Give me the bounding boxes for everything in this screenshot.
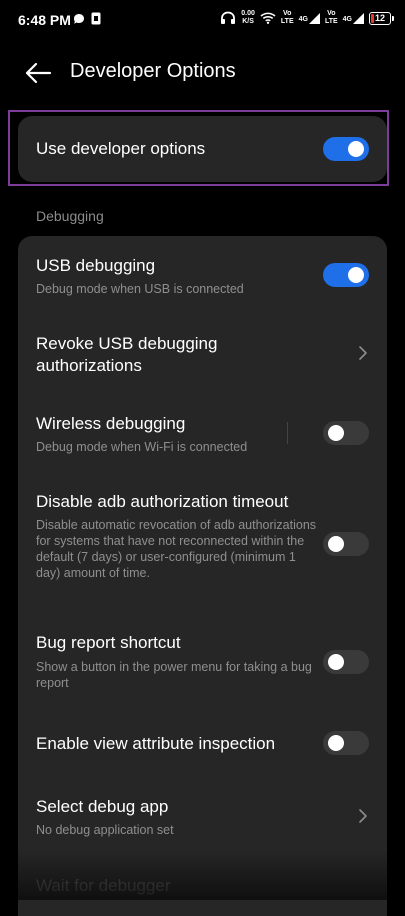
sim2-signal: 4G xyxy=(342,12,364,24)
setting-revoke-usb-authorizations[interactable]: Revoke USB debugging authorizations xyxy=(18,314,387,392)
setting-subtitle: Debug mode when USB is connected xyxy=(36,282,244,296)
setting-title: Revoke USB debugging authorizations xyxy=(36,334,218,375)
sim2-volte-bottom: LTE xyxy=(324,18,338,25)
setting-wireless-debugging[interactable]: Wireless debugging Debug mode when Wi-Fi… xyxy=(18,392,387,472)
app-header: Developer Options xyxy=(0,52,405,96)
sim1-volte-top: Vo xyxy=(283,10,292,17)
sim1-volte: Vo LTE xyxy=(281,10,294,26)
setting-subtitle: Debug mode when Wi-Fi is connected xyxy=(36,440,248,454)
setting-subtitle: No debug application set xyxy=(36,823,174,837)
battery-icon: 12 xyxy=(369,11,394,25)
setting-title: Select debug app xyxy=(36,797,169,816)
setting-usb-debugging[interactable]: USB debugging Debug mode when USB is con… xyxy=(18,236,387,314)
toggle-knob xyxy=(328,536,344,552)
data-speed: 0.00 K/S xyxy=(241,10,255,26)
chevron-right-icon xyxy=(359,346,367,360)
setting-subtitle: Disable automatic revocation of adb auth… xyxy=(36,518,317,580)
adb-timeout-toggle[interactable] xyxy=(323,532,369,556)
sim1-volte-bottom: LTE xyxy=(280,18,294,25)
setting-title: Enable view attribute inspection xyxy=(36,734,276,753)
signal-icon xyxy=(353,12,364,24)
bug-report-shortcut-toggle[interactable] xyxy=(323,650,369,674)
setting-title: USB debugging xyxy=(36,256,156,275)
sim2-volte-top: Vo xyxy=(327,10,336,17)
sim2-volte: Vo LTE xyxy=(325,10,338,26)
usb-debugging-toggle[interactable] xyxy=(323,263,369,287)
toggle-knob xyxy=(328,654,344,670)
setting-wait-for-debugger: Wait for debugger xyxy=(18,870,387,916)
chat-icon xyxy=(74,13,84,24)
notification-icons xyxy=(73,12,101,25)
setting-title: Wait for debugger xyxy=(36,876,171,895)
sim2-network-type: 4G xyxy=(342,15,352,23)
data-speed-unit: K/S xyxy=(242,18,254,25)
page-title: Developer Options xyxy=(70,60,236,82)
battery-level-fill xyxy=(371,13,374,23)
signal-icon xyxy=(308,12,320,24)
setting-disable-adb-timeout[interactable]: Disable adb authorization timeout Disabl… xyxy=(18,472,387,608)
back-arrow-icon[interactable] xyxy=(24,61,52,85)
data-speed-value: 0.00 xyxy=(241,10,255,17)
chevron-right-icon xyxy=(359,809,367,823)
toggle-knob xyxy=(328,425,344,441)
setting-title: Wireless debugging xyxy=(36,414,186,433)
toggle-knob xyxy=(328,735,344,751)
status-right-icons: 0.00 K/S Vo LTE 4G Vo LTE 4G 12 xyxy=(220,10,394,26)
setting-select-debug-app[interactable]: Select debug app No debug application se… xyxy=(18,784,387,870)
wifi-icon xyxy=(260,12,276,24)
toggle-knob xyxy=(348,267,364,283)
setting-view-attribute-inspection[interactable]: Enable view attribute inspection xyxy=(18,700,387,784)
setting-subtitle: Show a button in the power menu for taki… xyxy=(36,660,312,690)
status-time: 6:48 PM xyxy=(18,12,71,28)
section-header-debugging: Debugging xyxy=(36,208,104,224)
sim1-signal: 4G xyxy=(298,12,320,24)
sim1-network-type: 4G xyxy=(298,15,308,23)
sim-notification-icon xyxy=(91,12,101,25)
setting-title: Disable adb authorization timeout xyxy=(36,492,289,511)
status-bar: 6:48 PM 0.00 K/S Vo LTE 4G Vo LTE 4G 12 xyxy=(0,0,405,40)
view-attribute-inspection-toggle[interactable] xyxy=(323,731,369,755)
setting-bug-report-shortcut[interactable]: Bug report shortcut Show a button in the… xyxy=(18,608,387,700)
setting-title: Bug report shortcut xyxy=(36,633,181,652)
battery-level: 12 xyxy=(374,13,385,23)
debugging-settings-list: USB debugging Debug mode when USB is con… xyxy=(18,236,387,916)
wireless-debugging-toggle[interactable] xyxy=(323,421,369,445)
highlight-box xyxy=(8,110,389,186)
vertical-divider xyxy=(287,422,288,444)
headphones-icon xyxy=(221,11,236,24)
